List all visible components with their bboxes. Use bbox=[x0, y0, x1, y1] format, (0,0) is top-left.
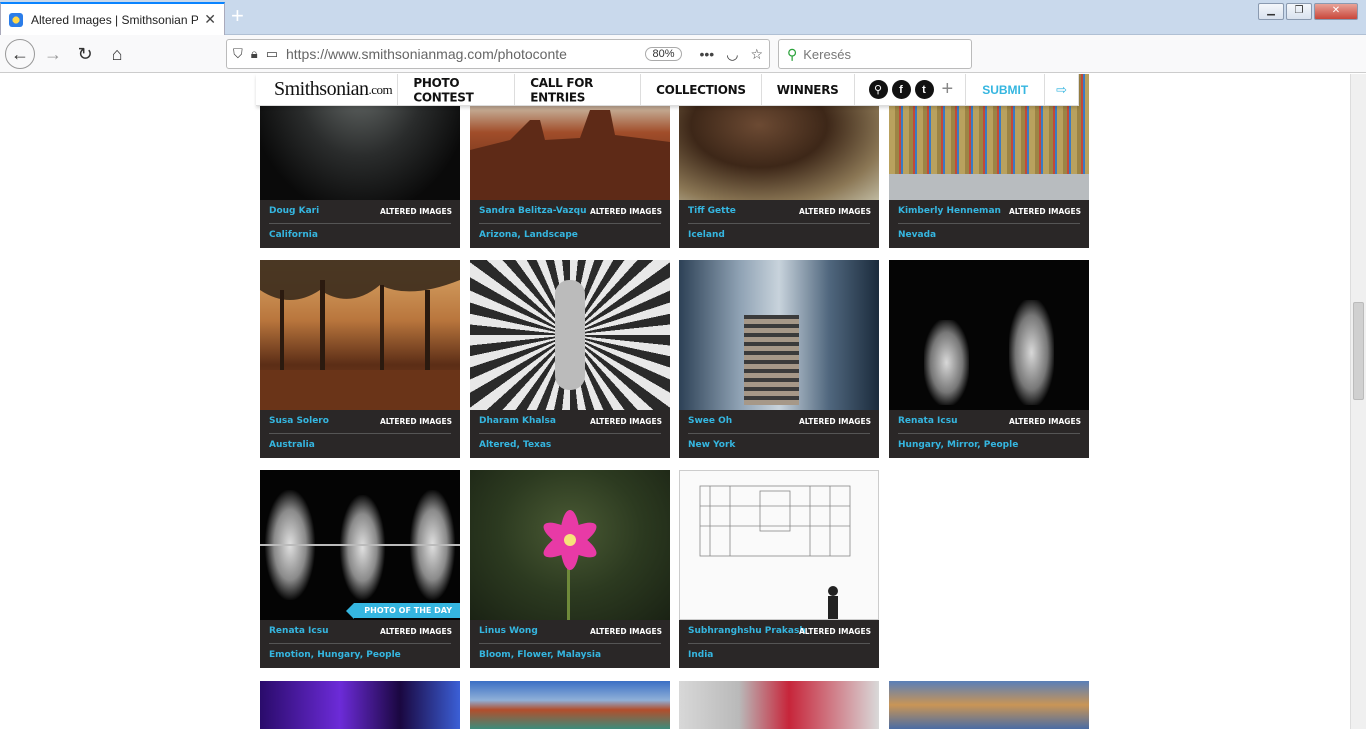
photo-thumbnail[interactable] bbox=[679, 260, 879, 410]
search-input[interactable]: Keresés bbox=[803, 47, 851, 62]
category-label[interactable]: ALTERED IMAGES bbox=[590, 627, 662, 636]
photographer-name[interactable]: Dharam Khalsa bbox=[479, 416, 556, 426]
restore-button[interactable]: ❐ bbox=[1286, 3, 1312, 20]
photo-tags[interactable]: Australia bbox=[269, 440, 315, 450]
url-text[interactable]: https://www.smithsonianmag.com/photocont… bbox=[286, 46, 645, 62]
photo-card[interactable]: Dharam Khalsa ALTERED IMAGES Altered, Te… bbox=[470, 260, 670, 458]
reload-button[interactable]: ↻ bbox=[70, 39, 100, 69]
minimize-button[interactable]: ▁ bbox=[1258, 3, 1284, 20]
shield-icon[interactable]: ⛉ bbox=[233, 46, 243, 62]
category-label[interactable]: ALTERED IMAGES bbox=[590, 417, 662, 426]
browser-tabbar: Altered Images | Smithsonian P ✕ + ▁ ❐ ✕ bbox=[0, 0, 1366, 35]
browser-toolbar: ← → ↻ ⌂ ⛉ 🔒︎ ▭ https://www.smithsonianma… bbox=[0, 35, 1366, 73]
photo-thumbnail[interactable] bbox=[889, 681, 1089, 729]
social-icons: ⚲ f t + bbox=[853, 74, 966, 105]
photo-tags[interactable]: New York bbox=[688, 440, 735, 450]
search-icon[interactable]: ⚲ bbox=[868, 80, 888, 99]
permissions-icon[interactable]: ▭ bbox=[266, 46, 278, 62]
photographer-name[interactable]: Kimberly Henneman bbox=[898, 206, 1001, 216]
twitter-icon[interactable]: t bbox=[914, 80, 934, 99]
nav-winners[interactable]: WINNERS bbox=[760, 74, 854, 106]
photographer-name[interactable]: Tiff Gette bbox=[688, 206, 736, 216]
forward-button[interactable]: → bbox=[38, 39, 68, 69]
search-icon: ⚲ bbox=[787, 45, 798, 62]
bookmark-star-icon[interactable]: ☆ bbox=[750, 46, 763, 63]
category-label[interactable]: ALTERED IMAGES bbox=[380, 207, 452, 216]
category-label[interactable]: ALTERED IMAGES bbox=[799, 627, 871, 636]
vertical-scrollbar[interactable] bbox=[1350, 74, 1366, 729]
submit-link[interactable]: SUBMIT bbox=[965, 74, 1044, 105]
photo-card[interactable]: PHOTO OF THE DAY Renata Icsu ALTERED IMA… bbox=[260, 470, 460, 668]
photo-thumbnail[interactable] bbox=[260, 681, 460, 729]
category-label[interactable]: ALTERED IMAGES bbox=[1009, 207, 1081, 216]
photographer-name[interactable]: Subhranghshu Prakash bbox=[688, 626, 806, 636]
nav-collections[interactable]: COLLECTIONS bbox=[640, 74, 761, 106]
photo-thumbnail[interactable] bbox=[679, 470, 879, 620]
page-content: Smithsonian .com PHOTO CONTEST CALL FOR E… bbox=[0, 74, 1350, 729]
facebook-icon[interactable]: f bbox=[891, 80, 911, 99]
url-bar[interactable]: ⛉ 🔒︎ ▭ https://www.smithsonianmag.com/ph… bbox=[226, 39, 770, 69]
photo-card[interactable]: Swee Oh ALTERED IMAGES New York bbox=[679, 260, 879, 458]
photo-thumbnail[interactable] bbox=[470, 470, 670, 620]
photo-tags[interactable]: California bbox=[269, 230, 318, 240]
more-actions-icon[interactable]: ••• bbox=[700, 46, 715, 63]
photo-tags[interactable]: Iceland bbox=[688, 230, 725, 240]
photo-tags[interactable]: Nevada bbox=[898, 230, 936, 240]
nav-call-for-entries[interactable]: CALL FOR ENTRIES bbox=[514, 74, 640, 106]
category-label[interactable]: ALTERED IMAGES bbox=[799, 207, 871, 216]
photographer-name[interactable]: Doug Kari bbox=[269, 206, 319, 216]
pocket-icon[interactable]: ◡ bbox=[726, 46, 738, 63]
browser-tab[interactable]: Altered Images | Smithsonian P ✕ bbox=[0, 2, 225, 35]
category-label[interactable]: ALTERED IMAGES bbox=[1009, 417, 1081, 426]
window-controls: ▁ ❐ ✕ bbox=[1258, 3, 1358, 20]
category-label[interactable]: ALTERED IMAGES bbox=[590, 207, 662, 216]
plus-icon[interactable]: + bbox=[942, 78, 954, 101]
favicon-icon bbox=[9, 12, 23, 27]
home-button[interactable]: ⌂ bbox=[102, 39, 132, 69]
close-tab-icon[interactable]: ✕ bbox=[204, 11, 216, 28]
logout-icon[interactable]: ⇨ bbox=[1044, 74, 1079, 105]
photo-card[interactable]: Susa Solero ALTERED IMAGES Australia bbox=[260, 260, 460, 458]
photo-of-the-day-badge: PHOTO OF THE DAY bbox=[346, 603, 460, 619]
photo-tags[interactable]: India bbox=[688, 650, 713, 660]
site-logo[interactable]: Smithsonian .com bbox=[256, 74, 397, 105]
category-label[interactable]: ALTERED IMAGES bbox=[799, 417, 871, 426]
nav-photo-contest[interactable]: PHOTO CONTEST bbox=[397, 74, 514, 106]
photo-thumbnail[interactable] bbox=[470, 260, 670, 410]
search-bar[interactable]: ⚲ Keresés bbox=[778, 39, 972, 69]
photographer-name[interactable]: Susa Solero bbox=[269, 416, 329, 426]
category-label[interactable]: ALTERED IMAGES bbox=[380, 627, 452, 636]
photographer-name[interactable]: Renata Icsu bbox=[898, 416, 957, 426]
lock-icon[interactable]: 🔒︎ bbox=[251, 46, 258, 62]
photo-tags[interactable]: Altered, Texas bbox=[479, 440, 551, 450]
photo-card[interactable]: Renata Icsu ALTERED IMAGES Hungary, Mirr… bbox=[889, 260, 1089, 458]
photo-thumbnail[interactable] bbox=[679, 681, 879, 729]
photographer-name[interactable]: Linus Wong bbox=[479, 626, 538, 636]
photo-tags[interactable]: Hungary, Mirror, People bbox=[898, 440, 1018, 450]
new-tab-button[interactable]: + bbox=[231, 4, 244, 28]
zoom-indicator[interactable]: 80% bbox=[645, 47, 682, 61]
window-close-button[interactable]: ✕ bbox=[1314, 3, 1358, 20]
category-label[interactable]: ALTERED IMAGES bbox=[380, 417, 452, 426]
photographer-name[interactable]: Renata Icsu bbox=[269, 626, 328, 636]
photographer-name[interactable]: Sandra Belitza-Vazqu bbox=[479, 206, 587, 216]
site-navigation: Smithsonian .com PHOTO CONTEST CALL FOR E… bbox=[256, 74, 1079, 106]
photo-card[interactable]: Linus Wong ALTERED IMAGES Bloom, Flower,… bbox=[470, 470, 670, 668]
photo-thumbnail[interactable] bbox=[470, 681, 670, 729]
photo-thumbnail[interactable] bbox=[889, 260, 1089, 410]
scrollbar-thumb[interactable] bbox=[1353, 302, 1364, 400]
photo-tags[interactable]: Arizona, Landscape bbox=[479, 230, 578, 240]
photographer-name[interactable]: Swee Oh bbox=[688, 416, 732, 426]
photo-tags[interactable]: Emotion, Hungary, People bbox=[269, 650, 401, 660]
photo-card[interactable]: Subhranghshu Prakash ALTERED IMAGES Indi… bbox=[679, 470, 879, 668]
photo-thumbnail[interactable]: PHOTO OF THE DAY bbox=[260, 470, 460, 620]
back-button[interactable]: ← bbox=[5, 39, 35, 69]
photo-tags[interactable]: Bloom, Flower, Malaysia bbox=[479, 650, 601, 660]
photo-thumbnail[interactable] bbox=[260, 260, 460, 410]
tab-title: Altered Images | Smithsonian P bbox=[31, 12, 199, 27]
